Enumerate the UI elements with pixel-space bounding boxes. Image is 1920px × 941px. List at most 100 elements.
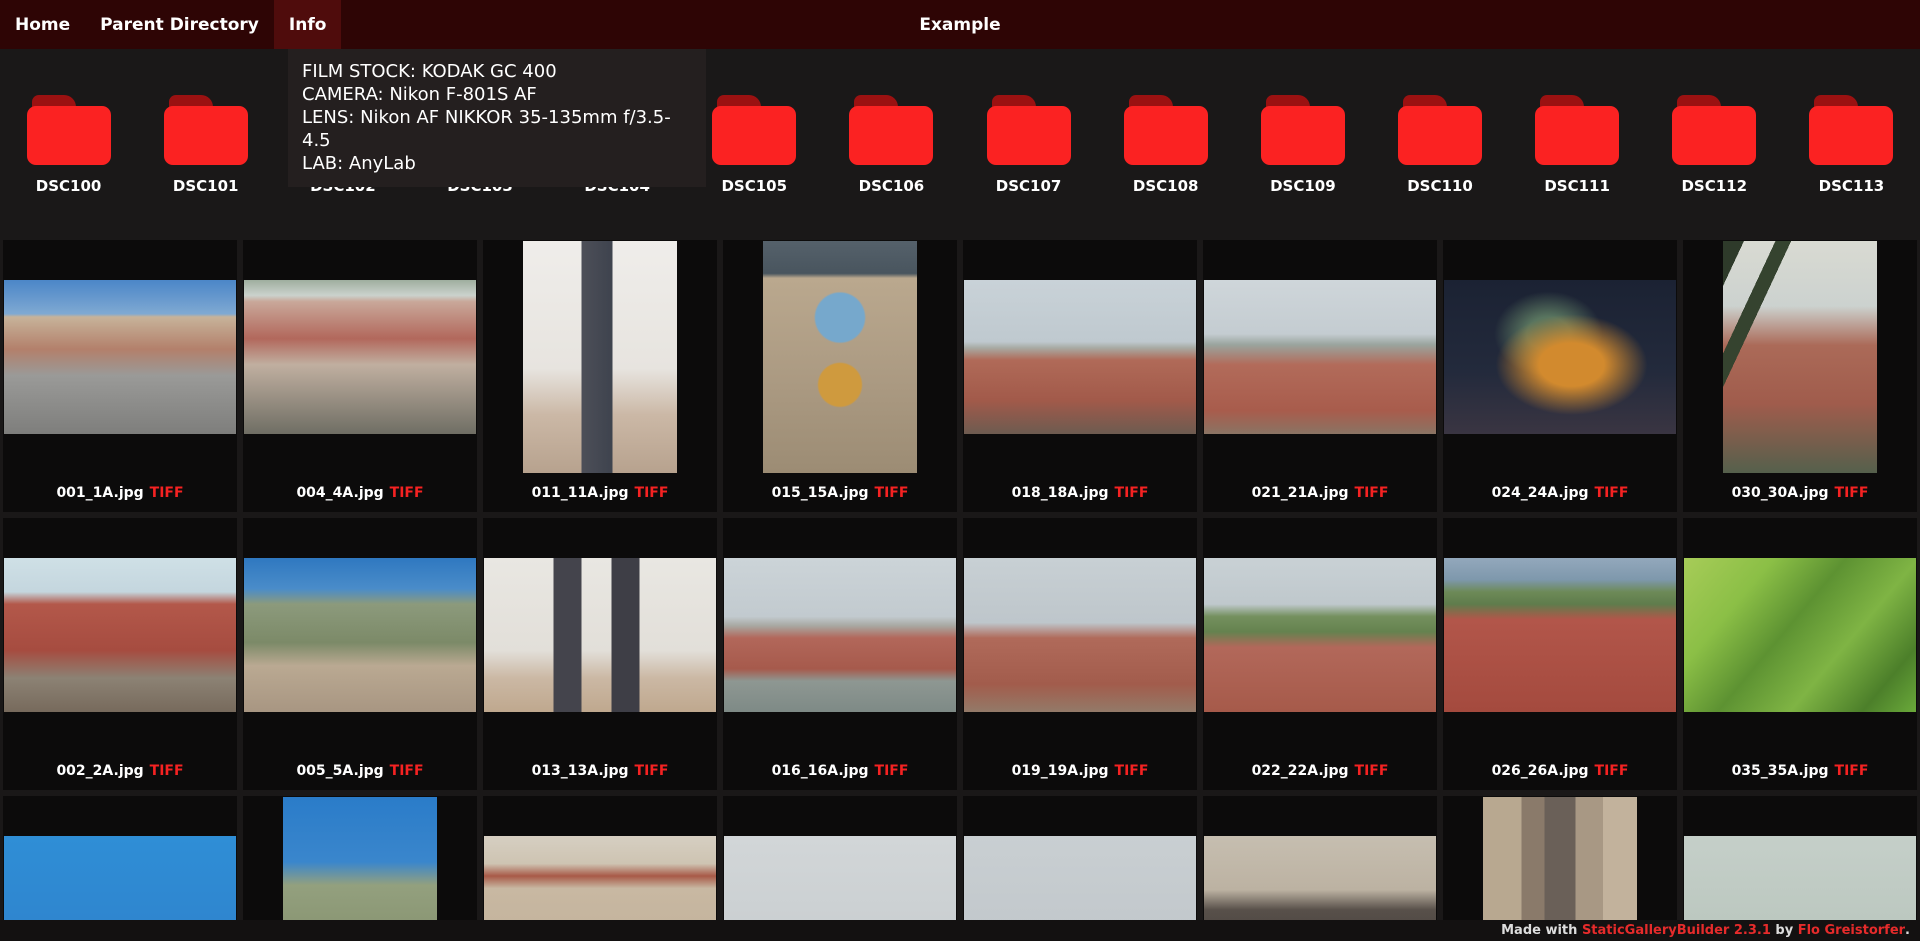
photo-filename[interactable]: 026_26A.jpg	[1492, 763, 1589, 779]
photo-thumbnail[interactable]	[4, 558, 236, 712]
info-line: LENS: Nikon AF NIKKOR 35-135mm f/3.5-4.5	[302, 107, 671, 151]
gallery-cell: 018_18A.jpg TIFF	[963, 240, 1197, 512]
folder-label: DSC113	[1818, 177, 1885, 195]
folder-icon	[1123, 95, 1208, 165]
folder-body-shape	[26, 106, 111, 165]
photo-thumbnail[interactable]	[1684, 558, 1916, 712]
photo-filename[interactable]: 018_18A.jpg	[1012, 485, 1109, 501]
photo-caption: 013_13A.jpg TIFF	[483, 752, 717, 790]
tiff-link[interactable]: TIFF	[875, 485, 909, 501]
tiff-link[interactable]: TIFF	[150, 485, 184, 501]
photo-filename[interactable]: 015_15A.jpg	[772, 485, 869, 501]
photo-filename[interactable]: 022_22A.jpg	[1252, 763, 1349, 779]
folder-item-dsc113[interactable]: DSC113	[1783, 95, 1920, 195]
nav-tab-info[interactable]: Info	[273, 0, 342, 49]
gallery-cell: 015_15A.jpg TIFF	[723, 240, 957, 512]
tiff-link[interactable]: TIFF	[1355, 485, 1389, 501]
tiff-link[interactable]: TIFF	[1115, 763, 1149, 779]
photo-thumbnail[interactable]	[724, 558, 956, 712]
photo-filename[interactable]: 001_1A.jpg	[56, 485, 143, 501]
tiff-link[interactable]: TIFF	[1115, 485, 1149, 501]
tiff-link[interactable]: TIFF	[875, 763, 909, 779]
thumb-area	[723, 240, 957, 474]
photo-filename[interactable]: 013_13A.jpg	[532, 763, 629, 779]
tiff-link[interactable]: TIFF	[150, 763, 184, 779]
gallery-cell: 013_13A.jpg TIFF	[483, 518, 717, 790]
folder-item-dsc109[interactable]: DSC109	[1234, 95, 1371, 195]
builder-link[interactable]: StaticGalleryBuilder 2.3.1	[1582, 923, 1771, 938]
photo-thumbnail[interactable]	[1444, 280, 1676, 434]
tiff-link[interactable]: TIFF	[1355, 763, 1389, 779]
photo-filename[interactable]: 016_16A.jpg	[772, 763, 869, 779]
photo-thumbnail[interactable]	[1204, 558, 1436, 712]
folder-label: DSC105	[721, 177, 788, 195]
folder-item-dsc108[interactable]: DSC108	[1097, 95, 1234, 195]
photo-thumbnail[interactable]	[964, 558, 1196, 712]
tiff-link[interactable]: TIFF	[1595, 485, 1629, 501]
tiff-link[interactable]: TIFF	[390, 763, 424, 779]
nav-tab-parent-directory[interactable]: Parent Directory	[85, 0, 274, 49]
gallery-cell: 024_24A.jpg TIFF	[1443, 240, 1677, 512]
folder-item-dsc111[interactable]: DSC111	[1509, 95, 1646, 195]
info-line: CAMERA: Nikon F-801S AF	[302, 84, 537, 105]
folder-item-dsc112[interactable]: DSC112	[1646, 95, 1783, 195]
thumb-area	[243, 518, 477, 752]
folder-label: DSC106	[858, 177, 925, 195]
gallery-cell: 022_22A.jpg TIFF	[1203, 518, 1437, 790]
photo-thumbnail[interactable]	[763, 241, 917, 473]
photo-thumbnail[interactable]	[484, 558, 716, 712]
nav-bar: Home Parent Directory Info Example	[0, 0, 1920, 49]
folder-item-dsc106[interactable]: DSC106	[823, 95, 960, 195]
tiff-link[interactable]: TIFF	[635, 763, 669, 779]
photo-filename[interactable]: 002_2A.jpg	[56, 763, 143, 779]
gallery-cell: 002_2A.jpg TIFF	[3, 518, 237, 790]
photo-thumbnail[interactable]	[1204, 280, 1436, 434]
author-link[interactable]: Flo Greistorfer	[1798, 923, 1905, 938]
thumb-area	[1203, 518, 1437, 752]
folder-item-dsc110[interactable]: DSC110	[1371, 95, 1508, 195]
gallery-cell: 016_16A.jpg TIFF	[723, 518, 957, 790]
folder-body-shape	[986, 106, 1071, 165]
thumb-area	[3, 518, 237, 752]
tiff-link[interactable]: TIFF	[1595, 763, 1629, 779]
tiff-link[interactable]: TIFF	[635, 485, 669, 501]
photo-filename[interactable]: 024_24A.jpg	[1492, 485, 1589, 501]
photo-thumbnail[interactable]	[523, 241, 677, 473]
folder-item-dsc100[interactable]: DSC100	[0, 95, 137, 195]
photo-thumbnail[interactable]	[964, 280, 1196, 434]
folder-body-shape	[1397, 106, 1482, 165]
photo-filename[interactable]: 021_21A.jpg	[1252, 485, 1349, 501]
photo-caption: 001_1A.jpg TIFF	[3, 474, 237, 512]
photo-filename[interactable]: 030_30A.jpg	[1732, 485, 1829, 501]
folder-label: DSC108	[1132, 177, 1199, 195]
folder-body-shape	[849, 106, 934, 165]
gallery-cell: 005_5A.jpg TIFF	[243, 518, 477, 790]
photo-thumbnail[interactable]	[4, 280, 236, 434]
photo-thumbnail[interactable]	[1723, 241, 1877, 473]
photo-thumbnail[interactable]	[244, 558, 476, 712]
photo-thumbnail[interactable]	[244, 280, 476, 434]
photo-filename[interactable]: 035_35A.jpg	[1732, 763, 1829, 779]
photo-filename[interactable]: 011_11A.jpg	[532, 485, 629, 501]
photo-filename[interactable]: 005_5A.jpg	[296, 763, 383, 779]
nav-tab-home[interactable]: Home	[0, 0, 85, 49]
folder-label: DSC101	[172, 177, 239, 195]
photo-filename[interactable]: 004_4A.jpg	[296, 485, 383, 501]
folder-item-dsc101[interactable]: DSC101	[137, 95, 274, 195]
photo-caption: 015_15A.jpg TIFF	[723, 474, 957, 512]
folder-icon	[849, 95, 934, 165]
photo-filename[interactable]: 019_19A.jpg	[1012, 763, 1109, 779]
photo-caption: 019_19A.jpg TIFF	[963, 752, 1197, 790]
footer-period: .	[1905, 923, 1910, 938]
folder-item-dsc105[interactable]: DSC105	[686, 95, 823, 195]
tiff-link[interactable]: TIFF	[1835, 763, 1869, 779]
thumb-area	[1683, 518, 1917, 752]
photo-thumbnail[interactable]	[1444, 558, 1676, 712]
tiff-link[interactable]: TIFF	[1835, 485, 1869, 501]
folder-icon	[1535, 95, 1620, 165]
thumb-area	[1443, 518, 1677, 752]
gallery-cell: 004_4A.jpg TIFF	[243, 240, 477, 512]
photo-caption: 004_4A.jpg TIFF	[243, 474, 477, 512]
tiff-link[interactable]: TIFF	[390, 485, 424, 501]
folder-item-dsc107[interactable]: DSC107	[960, 95, 1097, 195]
